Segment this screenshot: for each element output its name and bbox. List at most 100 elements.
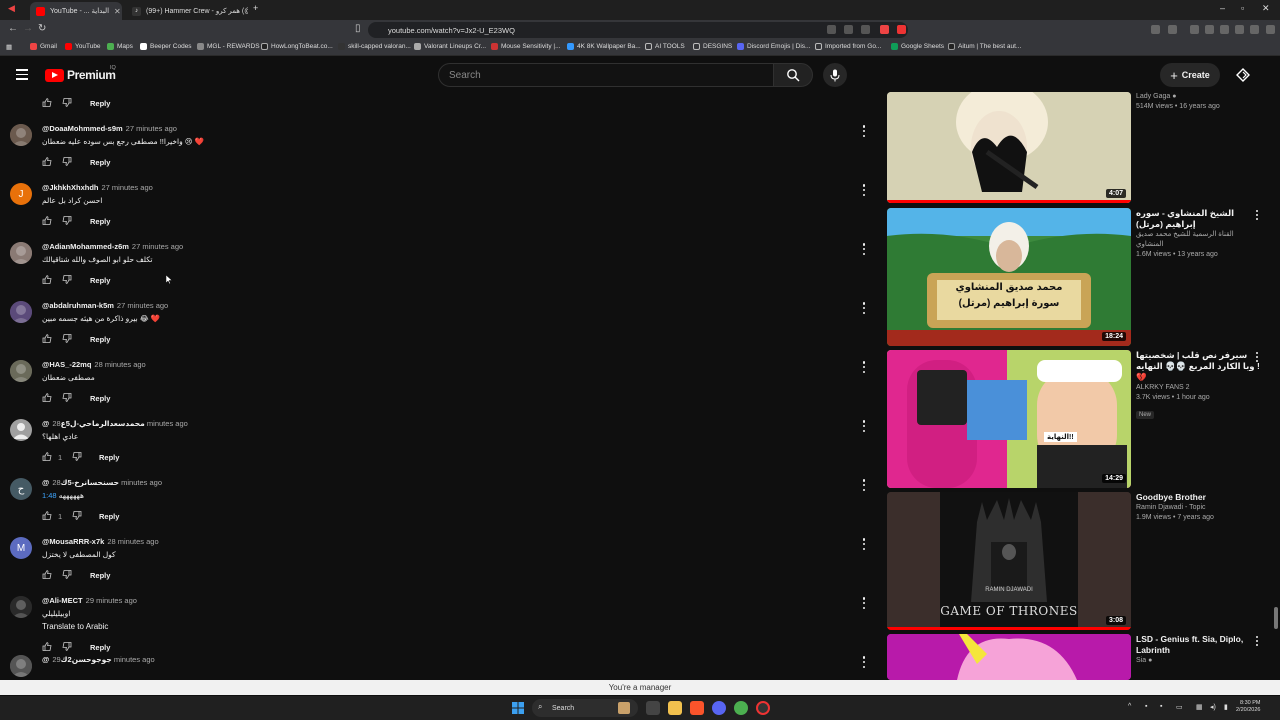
like-icon[interactable] xyxy=(42,642,52,653)
related-video-item[interactable]: 4:07 Lady Gaga ● 514M views • 16 years a… xyxy=(887,92,1272,204)
video-title[interactable]: LSD - Genius ft. Sia, Diplo, Labrinth xyxy=(1136,634,1261,656)
reply-button[interactable]: Reply xyxy=(90,99,110,108)
comment-author[interactable]: @AdianMohammed-z6m xyxy=(42,242,129,251)
commenter-avatar[interactable]: M xyxy=(10,537,32,559)
brave-browser-icon[interactable] xyxy=(690,701,704,715)
rewards-icon[interactable] xyxy=(897,25,906,34)
zoom-icon[interactable] xyxy=(827,25,836,34)
wallet-icon[interactable] xyxy=(1220,25,1229,34)
brave-shield-icon[interactable] xyxy=(880,25,889,34)
dislike-icon[interactable] xyxy=(62,570,72,581)
like-icon[interactable] xyxy=(42,98,52,107)
comment-time[interactable]: 27 minutes ago xyxy=(117,301,168,310)
extension-icon[interactable] xyxy=(1168,25,1177,34)
network-icon[interactable]: ▦ xyxy=(1196,703,1203,711)
reply-button[interactable]: Reply xyxy=(99,453,119,462)
search-button[interactable] xyxy=(773,63,813,87)
like-icon[interactable] xyxy=(42,275,52,286)
reply-button[interactable]: Reply xyxy=(90,217,110,226)
comment-more-icon[interactable] xyxy=(861,596,867,610)
comment-time[interactable]: 28 minutes ago xyxy=(107,537,158,546)
share-icon[interactable] xyxy=(861,25,870,34)
youtube-premium-logo[interactable]: Premium IQ xyxy=(45,65,116,82)
forward-icon[interactable]: → xyxy=(23,23,33,34)
video-channel[interactable]: القناة الرسمية للشيخ محمد صديق المنشاوي xyxy=(1136,230,1261,250)
tab-studio[interactable]: ♪ (99+) Hammer Crew - همر كرو (@hm... ✕ xyxy=(126,2,248,20)
file-explorer-icon[interactable] xyxy=(668,701,682,715)
bookmark-mgl[interactable]: MGL - REWARDS xyxy=(197,43,260,50)
maximize-icon[interactable]: ▫ xyxy=(1241,3,1244,13)
sidebar-icon[interactable] xyxy=(1205,25,1214,34)
commenter-avatar[interactable]: ح xyxy=(10,478,32,500)
discord-icon[interactable] xyxy=(712,701,726,715)
apps-grid-icon[interactable]: ▦ xyxy=(6,43,12,51)
bookmark-wallpaper[interactable]: 4K 8K Wallpaper Ba... xyxy=(567,43,641,50)
install-icon[interactable] xyxy=(844,25,853,34)
video-channel[interactable]: ALKRKY FANS 2 xyxy=(1136,383,1261,393)
comment-author[interactable]: @HAS_-22mq xyxy=(42,360,91,369)
bookmark-maps[interactable]: Maps xyxy=(107,43,133,50)
like-icon[interactable] xyxy=(42,393,52,404)
reply-button[interactable]: Reply xyxy=(90,158,110,167)
dislike-icon[interactable] xyxy=(62,157,72,168)
related-video-item[interactable]: محمد صديق المنشاوي سورة إبراهيم (مرتل) 1… xyxy=(887,208,1272,346)
comment-author[interactable]: @abdalruhman-k5m xyxy=(42,301,114,310)
tray-chevron-icon[interactable]: ^ xyxy=(1128,703,1131,710)
new-tab-icon[interactable]: + xyxy=(253,3,258,13)
menu-icon[interactable] xyxy=(1266,25,1275,34)
video-thumbnail[interactable]: محمد صديق المنشاوي سورة إبراهيم (مرتل) 1… xyxy=(887,208,1131,346)
comment-time[interactable]: 27 minutes ago xyxy=(126,124,177,133)
like-icon[interactable] xyxy=(42,334,52,345)
comment-more-icon[interactable] xyxy=(861,124,867,138)
taskbar-search[interactable]: ⌕ Search xyxy=(532,699,638,717)
dislike-icon[interactable] xyxy=(62,334,72,345)
dislike-icon[interactable] xyxy=(62,98,72,107)
bookmark-discord-emojis[interactable]: Discord Emojis | Dis... xyxy=(737,43,810,50)
like-icon[interactable] xyxy=(42,452,52,463)
volume-icon[interactable]: ◂) xyxy=(1210,703,1216,711)
comment-more-icon[interactable] xyxy=(861,537,867,551)
bookmark-beeper[interactable]: Beeper Codes xyxy=(140,43,192,50)
like-icon[interactable] xyxy=(42,216,52,227)
reply-button[interactable]: Reply xyxy=(90,394,110,403)
battery-icon[interactable]: ▮ xyxy=(1224,703,1228,711)
comment-author[interactable]: @JkhkhXhxhdh xyxy=(42,183,99,192)
task-view-icon[interactable] xyxy=(646,701,660,715)
comment-author[interactable]: @MousaRRR-x7k xyxy=(42,537,104,546)
tray-mic-icon[interactable]: ▪ xyxy=(1160,703,1162,710)
vpn-icon[interactable] xyxy=(1250,25,1259,34)
commenter-avatar[interactable] xyxy=(10,242,32,264)
comment-more-icon[interactable] xyxy=(861,360,867,374)
bookmark-skillcapped[interactable]: skill-capped valoran... xyxy=(338,43,411,50)
bookmark-gmail[interactable]: Gmail xyxy=(30,43,57,50)
bookmark-sheets[interactable]: Google Sheets xyxy=(891,43,944,50)
reply-button[interactable]: Reply xyxy=(99,512,119,521)
close-tab-icon[interactable]: ✕ xyxy=(114,7,121,16)
reply-button[interactable]: Reply xyxy=(90,335,110,344)
create-button[interactable]: + Create xyxy=(1160,63,1220,87)
channel-avatar-icon[interactable] xyxy=(1236,68,1250,82)
video-title[interactable]: Goodbye Brother xyxy=(1136,492,1261,503)
video-thumbnail[interactable] xyxy=(887,634,1131,680)
reload-icon[interactable]: ↻ xyxy=(38,23,46,34)
comment-more-icon[interactable] xyxy=(861,242,867,256)
video-thumbnail[interactable]: 4:07 xyxy=(887,92,1131,203)
bookmark-imported[interactable]: Imported from Go... xyxy=(815,43,881,50)
bookmark-hltb[interactable]: HowLongToBeat.co... xyxy=(261,43,333,50)
comment-time[interactable]: 28 minutes ago xyxy=(94,360,145,369)
comment-author[interactable]: @Ali-MECT xyxy=(42,596,83,605)
search-input[interactable]: Search xyxy=(438,63,774,87)
video-more-icon[interactable] xyxy=(1256,636,1260,646)
tab-youtube[interactable]: YouTube - ... البداية ✕ xyxy=(30,2,122,20)
related-video-item[interactable]: RAMIN DJAWADI GAME OF THRONES 3:08 Goodb… xyxy=(887,492,1272,630)
bookmark-page-icon[interactable]: ▯ xyxy=(355,23,361,34)
extension-icon[interactable] xyxy=(1151,25,1160,34)
windows-start-icon[interactable] xyxy=(512,702,524,714)
tray-display-icon[interactable]: ▭ xyxy=(1176,703,1183,711)
video-thumbnail[interactable]: RAMIN DJAWADI GAME OF THRONES 3:08 xyxy=(887,492,1131,630)
related-video-item[interactable]: النهاية!! 14:29 سيرفر نص قلب | شخصيتها و… xyxy=(887,350,1272,488)
video-title[interactable]: سيرفر نص قلب | شخصيتها وبا الكارد المربع… xyxy=(1136,350,1261,383)
reply-button[interactable]: Reply xyxy=(90,276,110,285)
close-window-icon[interactable]: ✕ xyxy=(1262,3,1270,14)
comment-more-icon[interactable] xyxy=(861,183,867,197)
